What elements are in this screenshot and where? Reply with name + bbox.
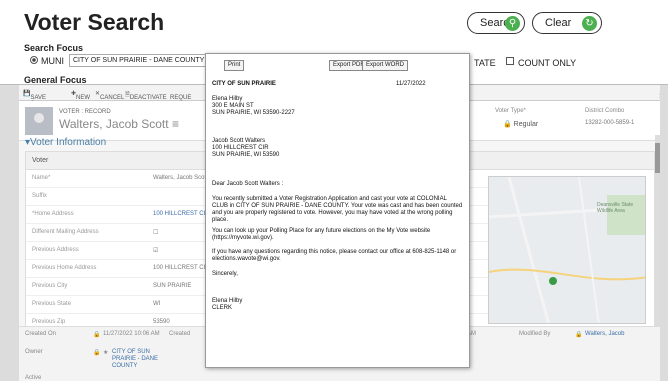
- save-close-button[interactable]: 💾 SAVE & CLOSE: [23, 90, 51, 113]
- letter-signer-title: CLERK: [212, 305, 233, 311]
- status-label: Active: [25, 375, 42, 381]
- scroll-thumb[interactable]: [655, 143, 660, 173]
- field-label: Suffix: [32, 193, 47, 199]
- search-button[interactable]: Search ⚲: [467, 12, 525, 34]
- owner-label: Owner: [25, 349, 43, 355]
- created-on-value: 11/27/2022 10:06 AM: [103, 331, 160, 337]
- section-title[interactable]: ▾Voter Information: [25, 137, 106, 148]
- owner-value[interactable]: CITY OF SUN PRAIRIE - DANE COUNTY: [112, 349, 167, 370]
- deactivate-button[interactable]: 🗎 DEACTIVATE: [125, 90, 167, 101]
- field-value[interactable]: ☐: [153, 229, 158, 236]
- voter-type-text: Regular: [513, 121, 539, 128]
- field-value[interactable]: 53590: [153, 319, 170, 325]
- modified-by-label: Modified By: [519, 331, 551, 337]
- search-focus-label: Search Focus: [24, 43, 84, 53]
- letter-paragraph-3: If you have any questions regarding this…: [212, 249, 457, 262]
- created-on-label: Created On: [25, 331, 57, 337]
- count-only-label: COUNT ONLY: [518, 58, 577, 68]
- general-focus-label: General Focus: [24, 75, 87, 85]
- field-label: Previous City: [32, 283, 68, 289]
- letter-from-address-2: SUN PRAIRIE, WI 53590-2227: [212, 110, 295, 116]
- clear-button-label: Clear: [545, 17, 572, 29]
- section-title-text: Voter Information: [30, 137, 107, 148]
- district-combo-value: 13282-000-5859-1: [585, 120, 635, 126]
- letter-to-name: Jacob Scott Walters: [212, 138, 266, 144]
- print-button[interactable]: Print: [224, 60, 245, 71]
- field-label: Previous Zip: [32, 319, 66, 325]
- map[interactable]: Deansville State Wildlife Area: [488, 176, 646, 324]
- map-pin-icon[interactable]: [549, 277, 557, 285]
- muni-radio[interactable]: [30, 56, 38, 64]
- scrollbar[interactable]: [655, 135, 660, 335]
- lock-icon: 🔒: [503, 121, 512, 128]
- field-value[interactable]: 100 HILLCREST CIR: [153, 211, 210, 217]
- new-button[interactable]: ✚ NEW: [71, 90, 90, 101]
- refresh-icon: ↻: [582, 16, 597, 31]
- clear-button[interactable]: Clear ↻: [532, 12, 602, 34]
- record-name: Walters, Jacob Scott ≡: [59, 117, 179, 131]
- letter-to-address-1: 100 HILLCREST CIR: [212, 145, 269, 151]
- count-only-checkbox[interactable]: [506, 57, 514, 65]
- field-label: Different Mailing Address: [32, 229, 99, 235]
- letter-from-address-1: 300 E MAIN ST: [212, 103, 254, 109]
- record-type: VOTER : RECORD: [59, 109, 111, 115]
- letter-preview: Print Export PDF Export WORD CITY OF SUN…: [205, 53, 470, 368]
- state-label: TATE: [474, 58, 496, 68]
- page-title: Voter Search: [24, 9, 165, 35]
- field-label: *Home Address: [32, 211, 74, 217]
- voter-type-value[interactable]: 🔒 Regular: [503, 120, 538, 128]
- field-value[interactable]: Walters, Jacob Scot: [153, 175, 206, 181]
- letter-salutation: Dear Jacob Scott Walters :: [212, 181, 284, 187]
- field-label: Name*: [32, 175, 51, 181]
- export-word-button[interactable]: Export WORD: [362, 60, 409, 71]
- field-label: Previous State: [32, 301, 72, 307]
- muni-input[interactable]: CITY OF SUN PRAIRIE - DANE COUNTY: [69, 54, 209, 67]
- record-name-text: Walters, Jacob Scott: [59, 117, 169, 131]
- field-value[interactable]: WI: [153, 301, 160, 307]
- modified-by-value[interactable]: Walters, Jacob: [585, 331, 624, 337]
- map-roads: [489, 177, 645, 323]
- letter-date: 11/27/2022: [396, 81, 426, 87]
- lock-icon: 🔒: [575, 332, 583, 338]
- field-label: Previous Address: [32, 247, 79, 253]
- field-value[interactable]: 100 HILLCREST CIR: [153, 265, 210, 271]
- muni-label: MUNI: [41, 56, 64, 66]
- search-icon: ⚲: [505, 16, 520, 31]
- avatar: [25, 107, 53, 135]
- map-place-label: Deansville State Wildlife Area: [597, 202, 634, 214]
- district-combo-label: District Combo: [585, 108, 625, 114]
- letter-from-city: CITY OF SUN PRAIRIE: [212, 81, 276, 87]
- voter-type-label: Voter Type*: [495, 108, 526, 114]
- lock-icon: 🔒: [93, 350, 101, 356]
- letter-paragraph-2: You can look up your Polling Place for a…: [212, 228, 431, 241]
- menu-icon[interactable]: ≡: [172, 117, 179, 131]
- letter-closing: Sincerely,: [212, 271, 238, 277]
- team-icon: ★: [103, 350, 109, 356]
- field-label: Previous Home Address: [32, 265, 97, 271]
- cancel-button[interactable]: ✕ CANCEL: [95, 90, 124, 101]
- letter-from-name: Elena Hilby: [212, 96, 243, 102]
- letter-paragraph-1: You recently submitted a Voter Registrat…: [212, 196, 463, 223]
- field-value[interactable]: SUN PRAIRIE: [153, 283, 191, 289]
- lock-icon: 🔒: [93, 332, 101, 338]
- created-by-label: Created: [169, 331, 191, 337]
- chevron-right-icon[interactable]: ›: [659, 90, 660, 100]
- letter-signer: Elena Hilby: [212, 298, 243, 304]
- field-value[interactable]: ☑: [153, 247, 158, 254]
- letter-to-address-2: SUN PRAIRIE, WI 53590: [212, 152, 280, 158]
